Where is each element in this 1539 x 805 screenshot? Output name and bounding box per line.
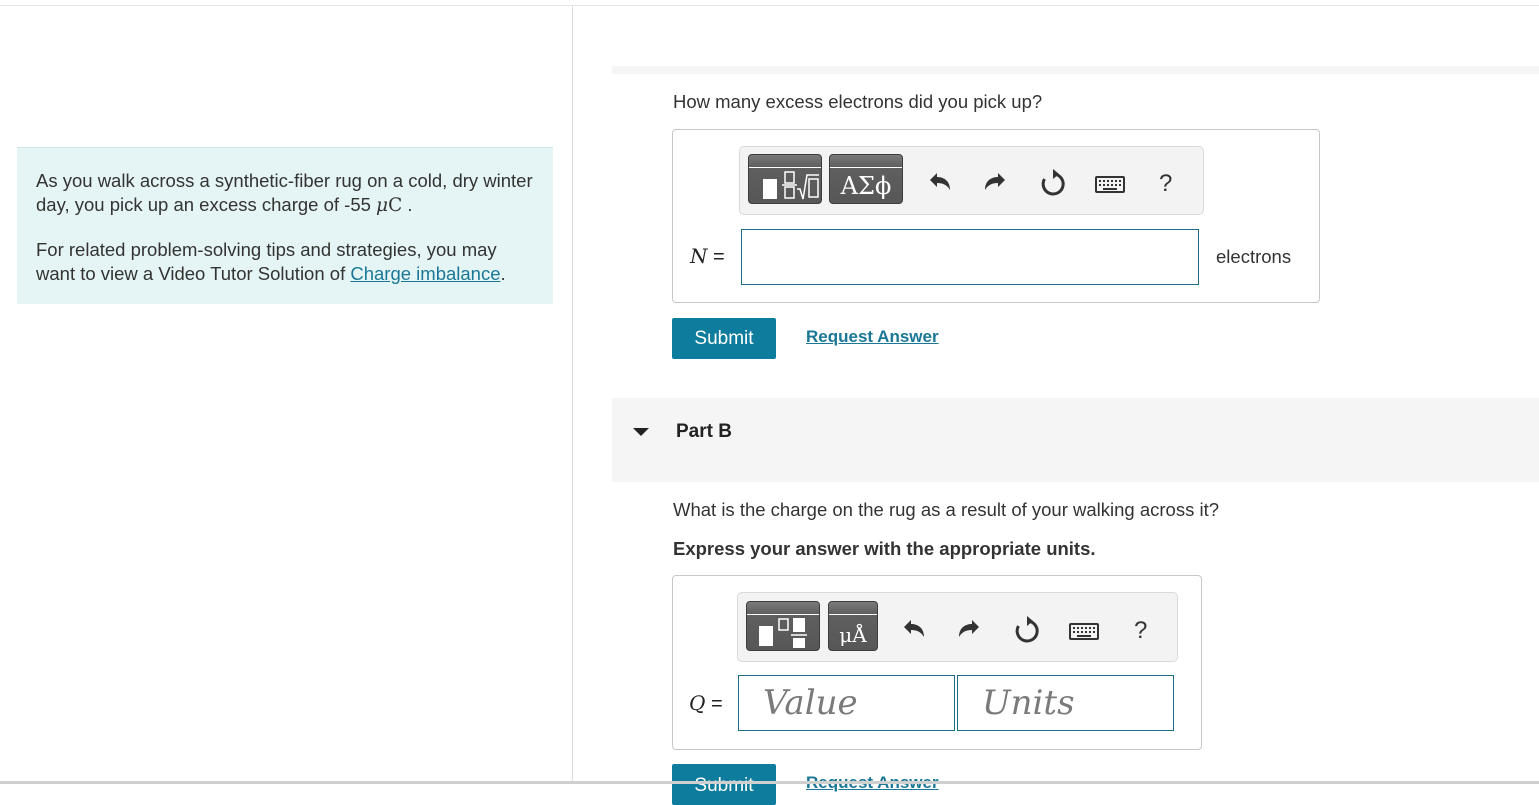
greek-symbols-button[interactable]: ΑΣϕ: [829, 154, 903, 204]
part-a-answer-input[interactable]: [741, 229, 1199, 285]
units-button[interactable]: μÅ: [828, 601, 878, 651]
part-a-unit-label: electrons: [1216, 246, 1292, 267]
equals-sign: =: [707, 246, 725, 268]
part-b-title: Part B: [676, 421, 732, 442]
value-units-template-icon[interactable]: [746, 601, 820, 651]
top-divider: [0, 5, 1539, 6]
part-a-request-answer-link[interactable]: Request Answer: [806, 327, 939, 347]
part-b-instruction: Express your answer with the appropriate…: [673, 538, 1096, 559]
part-a-submit-button[interactable]: Submit: [672, 318, 776, 359]
part-b-question: What is the charge on the rug as a resul…: [673, 499, 1220, 520]
undo-icon[interactable]: [923, 168, 955, 200]
unit-coulomb: C: [388, 195, 403, 216]
part-a-question: How many excess electrons did you pick u…: [673, 91, 1043, 112]
part-b-math-toolbar: μÅ ?: [737, 592, 1178, 662]
undo-icon[interactable]: [897, 615, 929, 647]
units-input[interactable]: [957, 675, 1174, 731]
keyboard-icon[interactable]: [1068, 615, 1100, 647]
problem-tip: For related problem-solving tips and str…: [36, 238, 533, 286]
problem-statement-panel: As you walk across a synthetic-fiber rug…: [17, 147, 553, 304]
redo-icon[interactable]: [954, 615, 986, 647]
problem-tip-end: .: [500, 263, 506, 284]
column-divider: [572, 6, 573, 781]
part-a-header-band: [612, 66, 1539, 74]
part-a-variable-label: N =: [690, 244, 725, 269]
redo-icon[interactable]: [980, 168, 1012, 200]
keyboard-icon[interactable]: [1094, 168, 1126, 200]
part-b-header[interactable]: [612, 398, 1539, 482]
units-label: μÅ: [839, 623, 867, 647]
collapse-caret-icon[interactable]: [633, 428, 649, 436]
greek-symbols-label: ΑΣϕ: [840, 172, 892, 200]
charge-imbalance-link[interactable]: Charge imbalance: [350, 263, 500, 284]
help-button[interactable]: ?: [1134, 617, 1147, 645]
part-b-variable-label: Q =: [689, 691, 723, 716]
value-input[interactable]: [738, 675, 955, 731]
equals-sign: =: [705, 693, 723, 715]
problem-intro-text: As you walk across a synthetic-fiber rug…: [36, 170, 533, 215]
part-b-submit-button[interactable]: Submit: [672, 764, 776, 805]
variable-n: N: [690, 244, 708, 268]
problem-intro: As you walk across a synthetic-fiber rug…: [36, 169, 533, 218]
help-button[interactable]: ?: [1159, 170, 1172, 198]
reset-icon[interactable]: [1011, 615, 1043, 647]
reset-icon[interactable]: [1037, 168, 1069, 200]
part-a-math-toolbar: ΑΣϕ ?: [739, 146, 1204, 215]
fraction-root-template-icon[interactable]: [748, 154, 822, 204]
variable-q: Q: [689, 691, 706, 715]
unit-mu: μ: [376, 195, 389, 216]
problem-intro-end: .: [402, 194, 413, 215]
